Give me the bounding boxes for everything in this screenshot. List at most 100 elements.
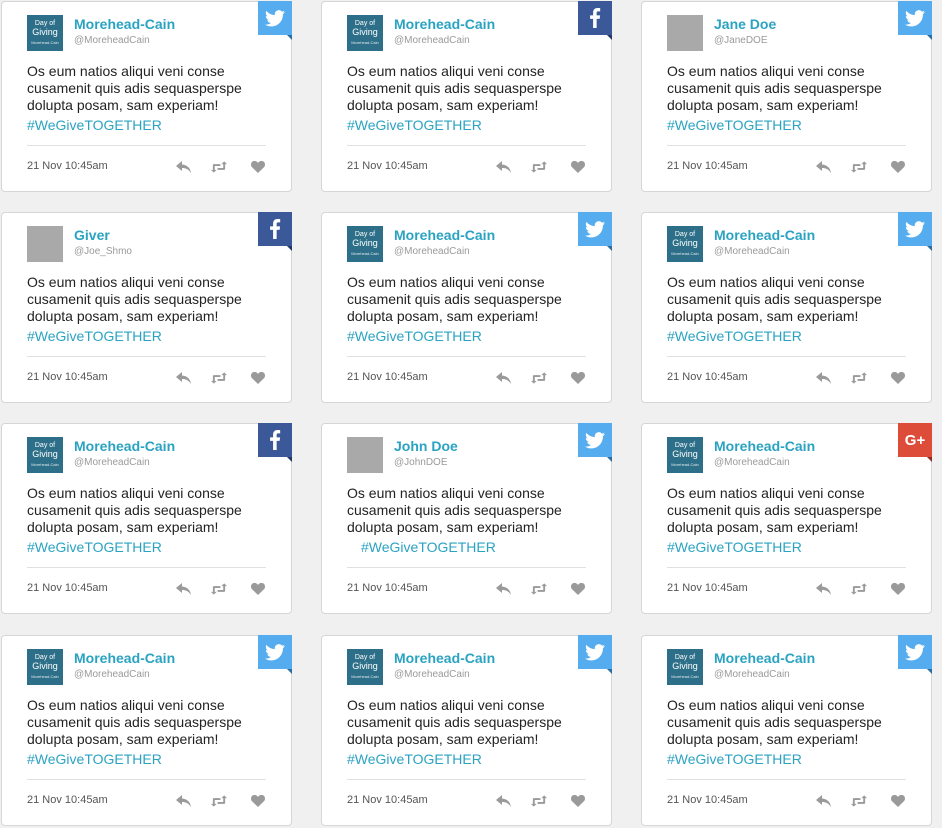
facebook-icon[interactable] xyxy=(578,1,612,40)
twitter-icon[interactable] xyxy=(578,212,612,251)
heart-icon[interactable] xyxy=(570,793,586,809)
retweet-icon[interactable] xyxy=(851,581,867,597)
heart-icon[interactable] xyxy=(570,581,586,597)
author-name[interactable]: Morehead-Cain xyxy=(394,650,495,666)
author-handle[interactable]: @MoreheadCain xyxy=(394,669,470,680)
twitter-icon[interactable] xyxy=(898,1,932,40)
retweet-icon[interactable] xyxy=(211,793,227,809)
avatar[interactable]: Day of Giving Morehead-Cain xyxy=(667,437,703,473)
facebook-icon[interactable] xyxy=(258,423,292,462)
author-name[interactable]: Morehead-Cain xyxy=(714,227,815,243)
author-handle[interactable]: @MoreheadCain xyxy=(74,457,150,468)
post-card[interactable]: Day of Giving Morehead-Cain Morehead-Cain @M… xyxy=(641,635,932,826)
author-name[interactable]: Morehead-Cain xyxy=(394,16,495,32)
author-handle[interactable]: @MoreheadCain xyxy=(714,457,790,468)
avatar[interactable]: Day of Giving Morehead-Cain xyxy=(347,649,383,685)
twitter-icon[interactable] xyxy=(898,635,932,674)
post-card[interactable]: Jane Doe @JaneDOE Os eum natios aliqui ven… xyxy=(641,1,932,192)
hashtag-link[interactable]: #WeGiveTOGETHER xyxy=(27,751,162,767)
retweet-icon[interactable] xyxy=(531,370,547,386)
avatar[interactable] xyxy=(27,226,63,262)
author-name[interactable]: Morehead-Cain xyxy=(74,650,175,666)
post-card[interactable]: Day of Giving Morehead-Cain Morehead-Cain @M… xyxy=(641,212,932,403)
avatar[interactable]: Day of Giving Morehead-Cain xyxy=(27,649,63,685)
reply-icon[interactable] xyxy=(175,793,191,809)
retweet-icon[interactable] xyxy=(531,793,547,809)
heart-icon[interactable] xyxy=(570,370,586,386)
retweet-icon[interactable] xyxy=(851,159,867,175)
retweet-icon[interactable] xyxy=(531,159,547,175)
hashtag-link[interactable]: #WeGiveTOGETHER xyxy=(347,328,482,344)
heart-icon[interactable] xyxy=(250,370,266,386)
avatar[interactable] xyxy=(667,15,703,51)
author-name[interactable]: Morehead-Cain xyxy=(74,16,175,32)
author-handle[interactable]: @JohnDOE xyxy=(394,457,448,468)
hashtag-link[interactable]: #WeGiveTOGETHER xyxy=(667,751,802,767)
retweet-icon[interactable] xyxy=(211,370,227,386)
avatar[interactable]: Day of Giving Morehead-Cain xyxy=(667,649,703,685)
reply-icon[interactable] xyxy=(495,581,511,597)
avatar[interactable]: Day of Giving Morehead-Cain xyxy=(347,15,383,51)
author-handle[interactable]: @MoreheadCain xyxy=(714,246,790,257)
avatar[interactable]: Day of Giving Morehead-Cain xyxy=(667,226,703,262)
post-card[interactable]: John Doe @JohnDOE Os eum natios aliqui ven… xyxy=(321,423,612,614)
reply-icon[interactable] xyxy=(495,793,511,809)
post-card[interactable]: Day of Giving Morehead-Cain Morehead-Cain @M… xyxy=(1,1,292,192)
post-card[interactable]: Day of Giving Morehead-Cain Morehead-Cain @M… xyxy=(641,423,932,614)
post-card[interactable]: Giver @Joe_Shmo Os eum natios aliqui veni … xyxy=(1,212,292,403)
twitter-icon[interactable] xyxy=(578,423,612,462)
retweet-icon[interactable] xyxy=(211,159,227,175)
author-handle[interactable]: @MoreheadCain xyxy=(394,35,470,46)
reply-icon[interactable] xyxy=(175,370,191,386)
author-handle[interactable]: @MoreheadCain xyxy=(394,246,470,257)
author-name[interactable]: Morehead-Cain xyxy=(394,227,495,243)
heart-icon[interactable] xyxy=(250,581,266,597)
twitter-icon[interactable] xyxy=(898,212,932,251)
retweet-icon[interactable] xyxy=(851,370,867,386)
facebook-icon[interactable] xyxy=(258,212,292,251)
heart-icon[interactable] xyxy=(570,159,586,175)
post-card[interactable]: Day of Giving Morehead-Cain Morehead-Cain @M… xyxy=(1,423,292,614)
twitter-icon[interactable] xyxy=(258,1,292,40)
hashtag-link[interactable]: #WeGiveTOGETHER xyxy=(347,751,482,767)
twitter-icon[interactable] xyxy=(578,635,612,674)
reply-icon[interactable] xyxy=(175,159,191,175)
avatar[interactable]: Day of Giving Morehead-Cain xyxy=(27,437,63,473)
author-handle[interactable]: @JaneDOE xyxy=(714,35,768,46)
reply-icon[interactable] xyxy=(175,581,191,597)
author-handle[interactable]: @Joe_Shmo xyxy=(74,246,132,257)
twitter-icon[interactable] xyxy=(258,635,292,674)
author-name[interactable]: Morehead-Cain xyxy=(714,438,815,454)
avatar[interactable]: Day of Giving Morehead-Cain xyxy=(347,226,383,262)
author-name[interactable]: Morehead-Cain xyxy=(714,650,815,666)
post-card[interactable]: Day of Giving Morehead-Cain Morehead-Cain @M… xyxy=(321,1,612,192)
hashtag-link[interactable]: #WeGiveTOGETHER xyxy=(27,539,162,555)
author-name[interactable]: John Doe xyxy=(394,438,458,454)
heart-icon[interactable] xyxy=(890,159,906,175)
hashtag-link[interactable]: #WeGiveTOGETHER xyxy=(667,117,802,133)
author-handle[interactable]: @MoreheadCain xyxy=(74,35,150,46)
retweet-icon[interactable] xyxy=(211,581,227,597)
heart-icon[interactable] xyxy=(890,581,906,597)
hashtag-link[interactable]: #WeGiveTOGETHER xyxy=(361,539,496,555)
reply-icon[interactable] xyxy=(815,370,831,386)
author-handle[interactable]: @MoreheadCain xyxy=(714,669,790,680)
retweet-icon[interactable] xyxy=(531,581,547,597)
hashtag-link[interactable]: #WeGiveTOGETHER xyxy=(347,117,482,133)
google-plus-icon[interactable]: G+ xyxy=(898,423,932,462)
post-card[interactable]: Day of Giving Morehead-Cain Morehead-Cain @M… xyxy=(1,635,292,826)
hashtag-link[interactable]: #WeGiveTOGETHER xyxy=(27,117,162,133)
reply-icon[interactable] xyxy=(815,581,831,597)
reply-icon[interactable] xyxy=(815,159,831,175)
avatar[interactable] xyxy=(347,437,383,473)
hashtag-link[interactable]: #WeGiveTOGETHER xyxy=(667,328,802,344)
heart-icon[interactable] xyxy=(250,159,266,175)
post-card[interactable]: Day of Giving Morehead-Cain Morehead-Cain @M… xyxy=(321,635,612,826)
hashtag-link[interactable]: #WeGiveTOGETHER xyxy=(27,328,162,344)
reply-icon[interactable] xyxy=(495,370,511,386)
heart-icon[interactable] xyxy=(250,793,266,809)
reply-icon[interactable] xyxy=(815,793,831,809)
retweet-icon[interactable] xyxy=(851,793,867,809)
avatar[interactable]: Day of Giving Morehead-Cain xyxy=(27,15,63,51)
author-name[interactable]: Giver xyxy=(74,227,110,243)
